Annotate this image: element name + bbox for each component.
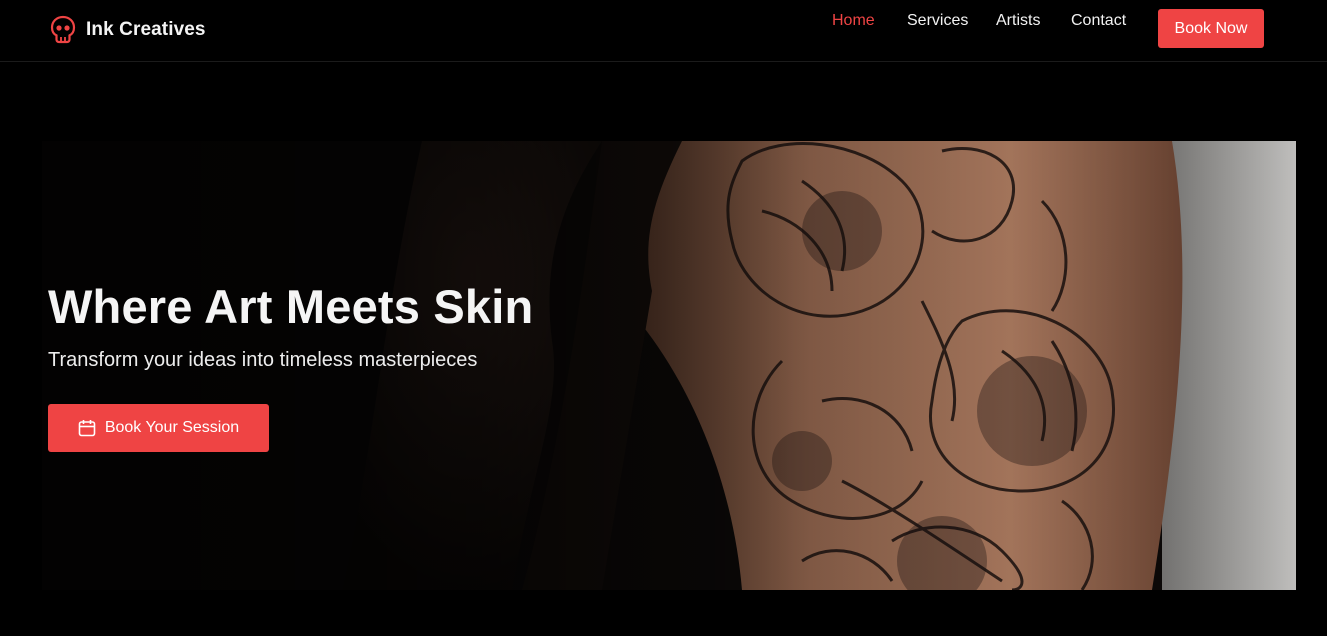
book-session-button[interactable]: Book Your Session (48, 404, 269, 452)
brand-name: Ink Creatives (86, 19, 206, 40)
nav-link-contact[interactable]: Contact (1071, 12, 1126, 30)
nav-link-artists[interactable]: Artists (996, 12, 1040, 30)
calendar-icon (78, 419, 96, 437)
nav-link-home[interactable]: Home (832, 12, 875, 30)
book-now-button[interactable]: Book Now (1158, 9, 1264, 48)
nav-link-services[interactable]: Services (907, 12, 968, 30)
hero-subtitle: Transform your ideas into timeless maste… (48, 349, 478, 371)
book-session-label: Book Your Session (104, 419, 240, 436)
hero-title: Where Art Meets Skin (48, 280, 534, 333)
top-navbar: Ink Creatives Home Services Artists Cont… (0, 0, 1327, 62)
brand-logo[interactable]: Ink Creatives (50, 14, 206, 46)
skull-icon (50, 15, 76, 45)
